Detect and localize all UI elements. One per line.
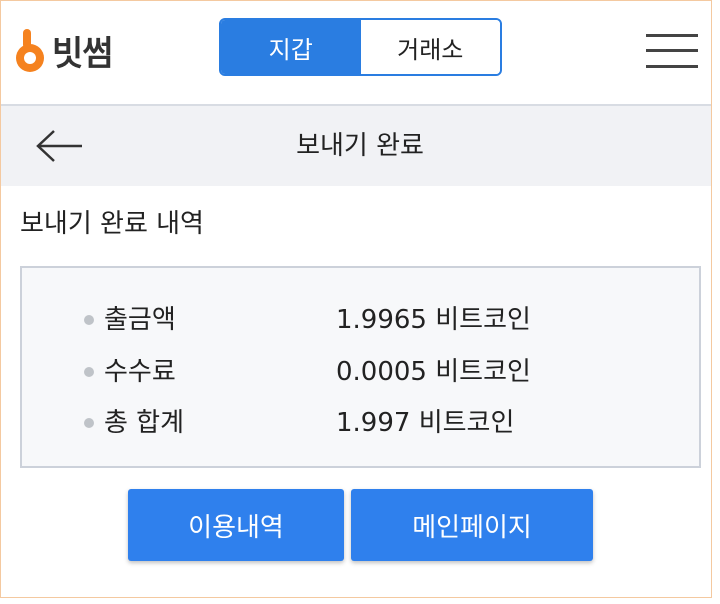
bullet-icon	[84, 315, 94, 325]
tab-wallet[interactable]: 지갑	[221, 20, 361, 74]
bithumb-logo-icon	[16, 28, 44, 72]
page-title: 보내기 완료	[296, 131, 424, 161]
detail-row-amount: 출금액 1.9965 비트코인	[22, 300, 699, 340]
detail-row-fee: 수수료 0.0005 비트코인	[22, 352, 699, 392]
tab-exchange[interactable]: 거래소	[360, 20, 500, 74]
detail-label: 총 합계	[104, 408, 185, 438]
section-title: 보내기 완료 내역	[20, 209, 204, 239]
app-header: 빗썸 지갑 거래소	[0, 0, 712, 106]
history-button[interactable]: 이용내역	[128, 489, 344, 561]
hamburger-menu-icon[interactable]	[646, 34, 698, 70]
detail-label: 수수료	[104, 357, 176, 387]
detail-value: 0.0005 비트코인	[336, 357, 531, 387]
bullet-icon	[84, 367, 94, 377]
main-page-button[interactable]: 메인페이지	[351, 489, 593, 561]
bithumb-logo[interactable]: 빗썸	[14, 26, 114, 75]
bullet-icon	[84, 418, 94, 428]
detail-row-total: 총 합계 1.997 비트코인	[22, 403, 699, 443]
detail-label: 출금액	[104, 305, 176, 335]
detail-value: 1.9965 비트코인	[336, 305, 531, 335]
logo-text: 빗썸	[52, 34, 114, 74]
wallet-exchange-toggle: 지갑 거래소	[219, 18, 502, 76]
withdrawal-details-box: 출금액 1.9965 비트코인 수수료 0.0005 비트코인 총 합계 1.9…	[20, 266, 701, 468]
detail-value: 1.997 비트코인	[336, 408, 515, 438]
